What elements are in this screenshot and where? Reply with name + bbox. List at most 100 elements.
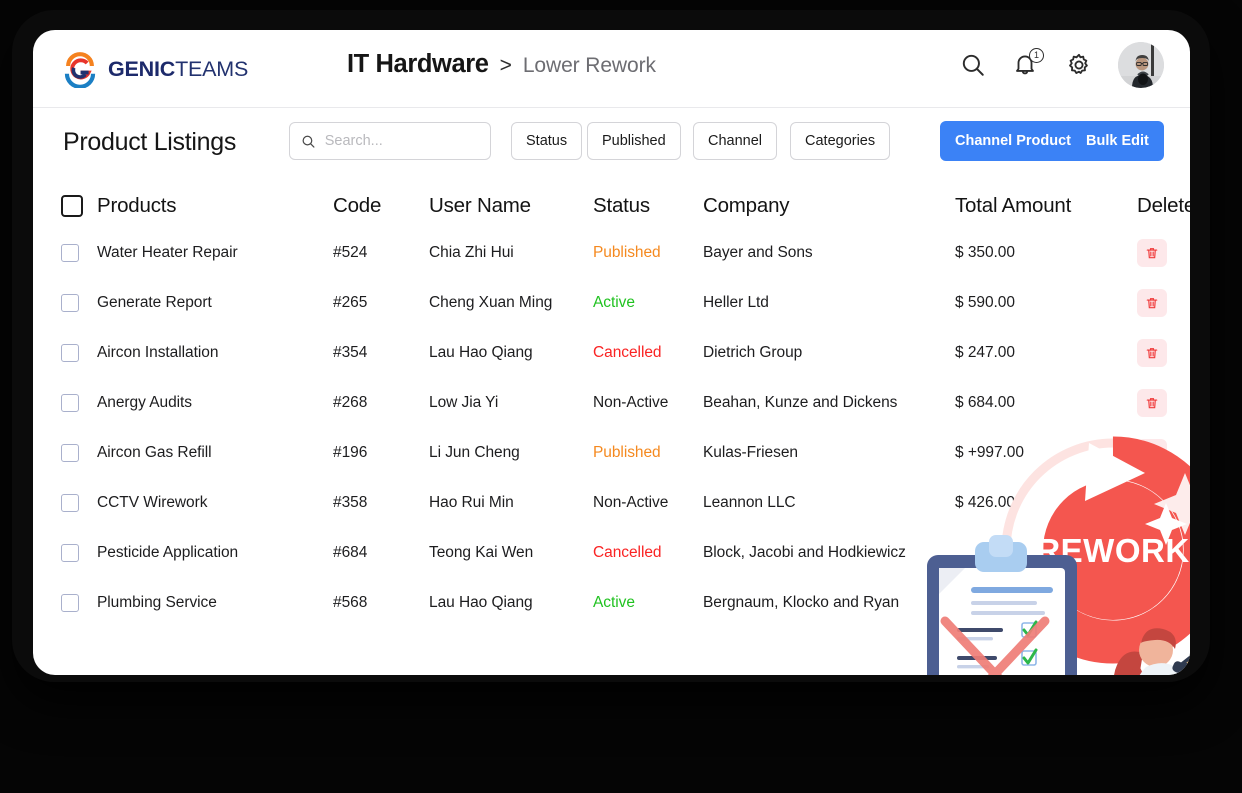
cell-code: #268: [333, 394, 368, 411]
column-header-total-amount[interactable]: Total Amount: [955, 194, 1137, 218]
gear-icon[interactable]: [1066, 52, 1092, 78]
cell-product: Plumbing Service: [97, 594, 217, 611]
status-badge: Non-Active: [593, 494, 669, 511]
status-badge: Active: [593, 594, 635, 611]
cell-code: #196: [333, 444, 368, 461]
row-checkbox[interactable]: [61, 294, 79, 312]
cell-company: Beahan, Kunze and Dickens: [703, 394, 898, 411]
trash-icon: [1146, 448, 1158, 459]
delete-row-button[interactable]: [1137, 439, 1167, 467]
notifications-button[interactable]: 1: [1012, 48, 1044, 79]
column-header-status[interactable]: Status: [593, 194, 703, 218]
cell-code: #568: [333, 594, 368, 611]
delete-row-button[interactable]: [1137, 289, 1167, 317]
cell-code: #265: [333, 294, 368, 311]
cell-product: Aircon Gas Refill: [97, 444, 212, 461]
column-header-company[interactable]: Company: [703, 194, 955, 218]
filter-published-button[interactable]: Published: [587, 122, 681, 160]
filter-channel-button[interactable]: Channel: [693, 122, 778, 160]
row-select-cell: [61, 494, 97, 512]
cell-product: Water Heater Repair: [97, 244, 238, 261]
delete-row-button[interactable]: [1137, 339, 1167, 367]
filter-status-button[interactable]: Status: [511, 122, 583, 160]
delete-cell: [1137, 339, 1190, 367]
cell-user-name: Lau Hao Qiang: [429, 344, 533, 361]
delete-cell: [1137, 389, 1190, 417]
row-checkbox[interactable]: [61, 594, 79, 612]
brand-name: GENICTEAMS: [108, 57, 248, 82]
cell-user-name: Teong Kai Wen: [429, 544, 534, 561]
cell-product: Pesticide Application: [97, 544, 239, 561]
table-row[interactable]: Aircon Gas Refill #196 Li Jun Cheng Publish…: [61, 428, 1167, 478]
status-badge: Active: [593, 294, 635, 311]
row-select-cell: [61, 294, 97, 312]
delete-row-button[interactable]: [1137, 239, 1167, 267]
table-row[interactable]: Anergy Audits #268 Low Jia Yi Non-Active Bea…: [61, 378, 1167, 428]
trash-icon: [1146, 398, 1158, 409]
cell-product: Generate Report: [97, 294, 212, 311]
page-title: Product Listings: [63, 128, 237, 156]
row-checkbox[interactable]: [61, 394, 79, 412]
filter-categories-button[interactable]: Categories: [790, 122, 891, 160]
avatar-photo: [1118, 42, 1164, 88]
table-header-row: Products Code User Name Status Company T…: [61, 184, 1190, 228]
status-badge: Cancelled: [593, 344, 662, 361]
cell-product: Aircon Installation: [97, 344, 219, 361]
delete-row-button[interactable]: [1137, 489, 1167, 517]
table-row[interactable]: Aircon Installation #354 Lau Hao Qiang Canc…: [61, 328, 1167, 378]
cell-code: #684: [333, 544, 368, 561]
bulk-edit-button[interactable]: Bulk Edit: [1071, 121, 1164, 161]
delete-cell: [1137, 439, 1190, 467]
column-header-products[interactable]: Products: [97, 194, 333, 218]
row-select-cell: [61, 394, 97, 412]
breadcrumb-current: Lower Rework: [522, 54, 656, 77]
row-select-cell: [61, 544, 97, 562]
cell-user-name: Cheng Xuan Ming: [429, 294, 553, 311]
delete-cell: [1137, 489, 1190, 517]
cell-company: Heller Ltd: [703, 294, 769, 311]
cell-company: Bayer and Sons: [703, 244, 813, 261]
breadcrumb-separator-icon: >: [499, 54, 512, 77]
select-all-checkbox[interactable]: [61, 195, 83, 217]
breadcrumb-main[interactable]: IT Hardware: [347, 50, 489, 79]
row-checkbox[interactable]: [61, 494, 79, 512]
table-row[interactable]: Pesticide Application #684 Teong Kai Wen Ca…: [61, 528, 1162, 578]
table-row[interactable]: CCTV Wirework #358 Hao Rui Min Non-Active Le…: [61, 478, 1167, 528]
column-header-code[interactable]: Code: [333, 194, 429, 218]
search-icon[interactable]: [960, 52, 986, 78]
channel-product-button[interactable]: Channel Product: [940, 121, 1087, 161]
cell-code: #354: [333, 344, 368, 361]
avatar[interactable]: [1118, 42, 1164, 88]
brand-logo[interactable]: GENICTEAMS: [61, 50, 248, 88]
table-row[interactable]: Water Heater Repair #524 Chia Zhi Hui Publi…: [61, 228, 1167, 278]
trash-icon: [1146, 298, 1158, 309]
table-row[interactable]: Plumbing Service #568 Lau Hao Qiang Active B…: [61, 578, 1162, 628]
row-checkbox[interactable]: [61, 244, 79, 262]
delete-row-button[interactable]: [1137, 389, 1167, 417]
status-badge: Cancelled: [593, 544, 662, 561]
cell-user-name: Hao Rui Min: [429, 494, 514, 511]
screen: GENICTEAMS IT Hardware > Lower Rework 1: [0, 0, 1242, 793]
row-checkbox[interactable]: [61, 344, 79, 362]
column-header-user-name[interactable]: User Name: [429, 194, 593, 218]
row-checkbox[interactable]: [61, 444, 79, 462]
cell-product: Anergy Audits: [97, 394, 192, 411]
product-listings-table: Products Code User Name Status Company T…: [33, 184, 1190, 628]
cell-total-amount: $ 590.00: [955, 294, 1015, 311]
search-input[interactable]: [324, 133, 479, 149]
column-header-delete: Delete: [1137, 194, 1190, 217]
row-select-cell: [61, 594, 97, 612]
cell-company: Kulas-Friesen: [703, 444, 798, 461]
row-select-cell: [61, 244, 97, 262]
table-row[interactable]: Generate Report #265 Cheng Xuan Ming Active…: [61, 278, 1167, 328]
row-checkbox[interactable]: [61, 544, 79, 562]
cell-total-amount: $ 247.00: [955, 344, 1015, 361]
cell-company: Leannon LLC: [703, 494, 796, 511]
brand-name-light: TEAMS: [175, 56, 249, 81]
breadcrumb: IT Hardware > Lower Rework: [347, 50, 656, 79]
status-badge: Non-Active: [593, 394, 669, 411]
search-field[interactable]: [289, 122, 491, 160]
cell-code: #358: [333, 494, 368, 511]
cell-company: Bergnaum, Klocko and Ryan: [703, 594, 900, 611]
cell-user-name: Lau Hao Qiang: [429, 594, 533, 611]
